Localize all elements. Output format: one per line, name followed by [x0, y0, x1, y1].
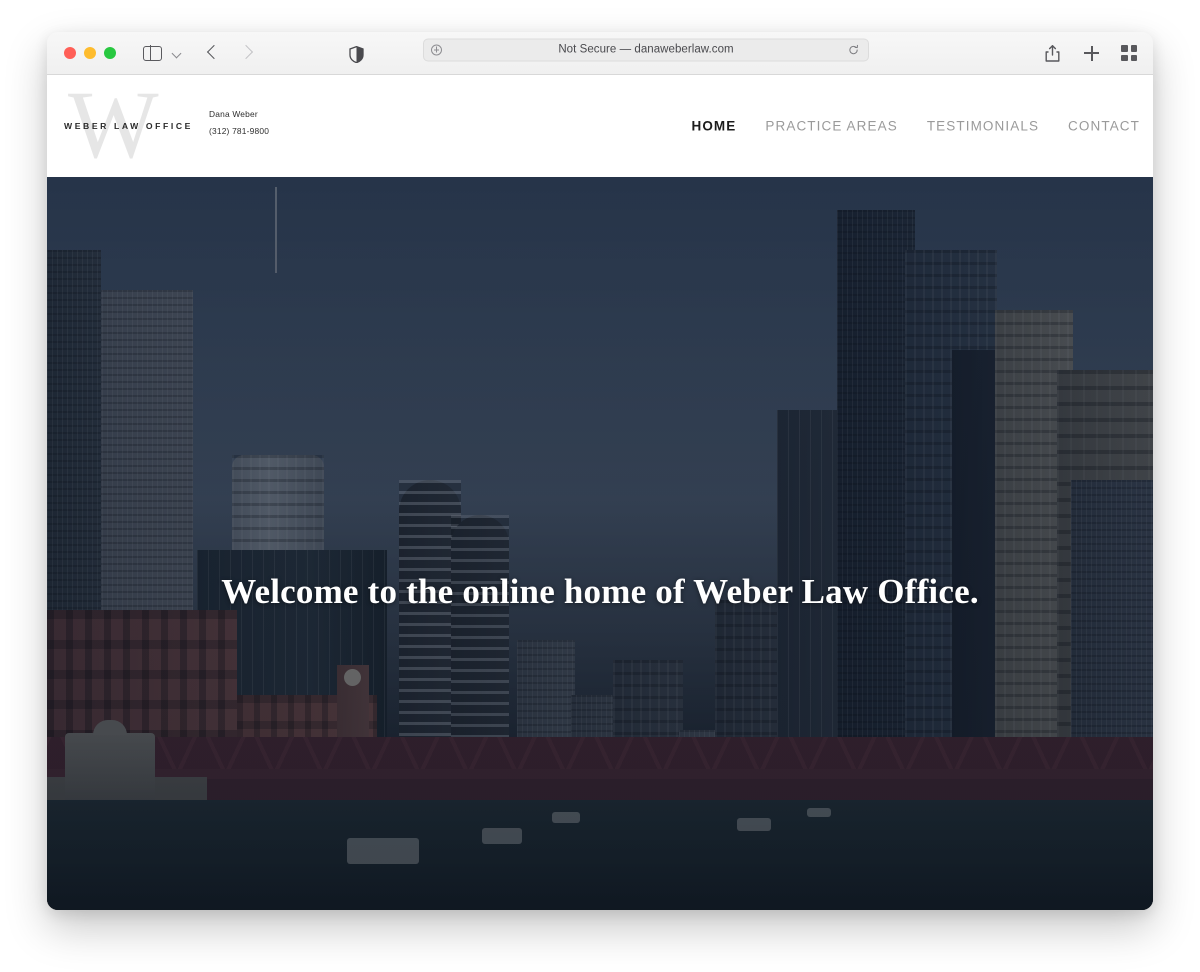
site-header: W WEBER LAW OFFICE Dana Weber (312) 781-… — [47, 75, 1153, 177]
url-text: Not Secure — danaweberlaw.com — [558, 43, 734, 56]
toolbar-right-actions — [1043, 44, 1137, 63]
close-window-button[interactable] — [64, 47, 76, 59]
hero-section: Welcome to the online home of Weber Law … — [47, 177, 1153, 910]
main-navigation: HOME PRACTICE AREAS TESTIMONIALS CONTACT — [691, 119, 1140, 134]
grid-cell — [1121, 54, 1128, 61]
page-settings-icon[interactable] — [431, 44, 442, 56]
nav-item-testimonials[interactable]: TESTIMONIALS — [927, 119, 1039, 134]
browser-toolbar: Not Secure — danaweberlaw.com — [47, 32, 1153, 75]
grid-cell — [1121, 45, 1128, 52]
hero-color-overlay — [47, 177, 1153, 910]
browser-window: Not Secure — danaweberlaw.com W WEBER LA… — [47, 32, 1153, 910]
shield-icon[interactable] — [349, 46, 364, 63]
attorney-name: Dana Weber — [209, 109, 258, 119]
zoom-window-button[interactable] — [104, 47, 116, 59]
plus-icon[interactable] — [1082, 44, 1101, 63]
grid-cell — [1130, 45, 1137, 52]
window-controls — [64, 47, 116, 59]
navigation-controls — [116, 40, 260, 66]
hero-headline: Welcome to the online home of Weber Law … — [221, 572, 979, 611]
nav-item-practice-areas[interactable]: PRACTICE AREAS — [765, 119, 897, 134]
sidebar-icon[interactable] — [143, 44, 162, 62]
chevron-down-icon[interactable] — [173, 49, 182, 58]
share-icon[interactable] — [1043, 44, 1062, 63]
minimize-window-button[interactable] — [84, 47, 96, 59]
phone-number[interactable]: (312) 781-9800 — [209, 125, 269, 137]
forward-arrow-icon[interactable] — [234, 40, 260, 66]
reload-icon[interactable] — [848, 44, 859, 55]
nav-item-home[interactable]: HOME — [691, 119, 736, 134]
screenshot-root: Not Secure — danaweberlaw.com W WEBER LA… — [0, 0, 1200, 972]
back-arrow-icon[interactable] — [200, 40, 226, 66]
nav-item-contact[interactable]: CONTACT — [1068, 119, 1140, 134]
tab-overview-icon[interactable] — [1121, 45, 1137, 61]
web-page: W WEBER LAW OFFICE Dana Weber (312) 781-… — [47, 75, 1153, 910]
grid-cell — [1130, 54, 1137, 61]
logo-wordmark: WEBER LAW OFFICE — [64, 121, 193, 131]
header-contact-info: Dana Weber (312) 781-9800 — [209, 108, 269, 142]
address-bar[interactable]: Not Secure — danaweberlaw.com — [423, 38, 869, 62]
